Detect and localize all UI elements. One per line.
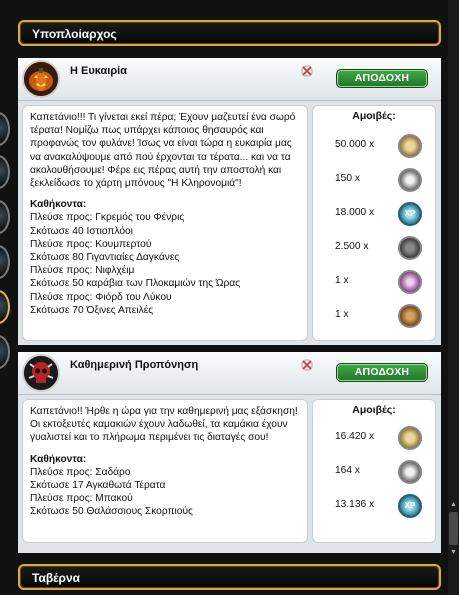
section-header-lieutenant[interactable]: Υποπλοίαρχος xyxy=(18,20,441,46)
quest-title: Καθημερινή Προπόνηση xyxy=(70,359,199,371)
quest-title: Η Ευκαιρία xyxy=(70,65,127,77)
reward-row: 16.420 x xyxy=(313,426,437,450)
tasks-title: Καθήκοντα: xyxy=(30,199,87,211)
reward-row: 2.500 x xyxy=(313,236,437,260)
treasure-map-icon xyxy=(398,304,422,328)
side-nav-button[interactable] xyxy=(0,155,10,189)
task-item: Πλεύσε προς: Φιόρδ του Λύκου xyxy=(30,291,172,303)
reward-amount: 150 x xyxy=(335,173,360,184)
section-title: Υποπλοίαρχος xyxy=(32,27,117,41)
quest-header: Καθημερινή Προπόνηση ΑΠΟΔΟΧΗ xyxy=(18,352,441,395)
reward-amount: 50.000 x xyxy=(335,139,375,150)
pumpkin-avatar-icon xyxy=(22,60,60,98)
task-item: Πλεύσε προς: Νιφλχέιμ xyxy=(30,265,135,277)
xp-icon: XP xyxy=(398,202,422,226)
side-nav-button[interactable] xyxy=(0,245,10,279)
uridium-icon xyxy=(398,168,422,192)
reward-row: 13.136 x XP xyxy=(313,494,437,518)
quest-description: Καπετάνιο!! Ήρθε η ώρα για την καθημεριν… xyxy=(30,406,298,444)
uridium-icon xyxy=(398,460,422,484)
reward-amount: 1 x xyxy=(335,275,349,286)
reward-amount: 16.420 x xyxy=(335,431,375,442)
rewards-box: Αμοιβές: 16.420 x 164 x 13.136 x XP xyxy=(312,399,436,543)
reward-row: 50.000 x xyxy=(313,134,437,158)
task-item: Σκότωσε 70 Όξινες Απειλές xyxy=(30,304,154,316)
reward-row: 150 x xyxy=(313,168,437,192)
reward-amount: 1 x xyxy=(335,309,349,320)
side-nav-button[interactable] xyxy=(0,335,10,369)
rewards-title: Αμοιβές: xyxy=(352,110,396,122)
scroll-down-icon[interactable]: ▼ xyxy=(449,548,458,557)
accept-button[interactable]: ΑΠΟΔΟΧΗ xyxy=(336,363,428,382)
scroll-up-icon[interactable]: ▲ xyxy=(449,500,458,509)
section-title: Ταβέρνα xyxy=(32,571,81,585)
quest-body: Καπετάνιο!!! Τι γίνεται εκεί πέρα; Έχουν… xyxy=(18,101,441,345)
dismiss-quest-icon[interactable] xyxy=(300,358,314,372)
task-item: Σκότωσε 17 Αγκαθωτά Τέρατα xyxy=(30,480,166,492)
task-item: Πλεύσε προς: Μπακού xyxy=(30,493,133,505)
reward-amount: 13.136 x xyxy=(335,499,375,510)
reward-amount: 164 x xyxy=(335,465,360,476)
reward-row: 164 x xyxy=(313,460,437,484)
task-item: Πλεύσε προς: Σαδάρο xyxy=(30,466,131,478)
task-item: Πλεύσε προς: Κουμπερτού xyxy=(30,238,152,250)
section-header-tavern[interactable]: Ταβέρνα xyxy=(18,564,441,590)
reward-row: 18.000 x XP xyxy=(313,202,437,226)
accept-button[interactable]: ΑΠΟΔΟΧΗ xyxy=(336,69,428,88)
reward-row: 1 x xyxy=(313,304,437,328)
rewards-box: Αμοιβές: 50.000 x 150 x 18.000 x XP 2.50… xyxy=(312,105,436,341)
rewards-title: Αμοιβές: xyxy=(352,404,396,416)
quest-card: Καθημερινή Προπόνηση ΑΠΟΔΟΧΗ Καπετάνιο!!… xyxy=(18,352,441,553)
side-nav-button-active[interactable] xyxy=(0,290,10,324)
purple-gem-icon xyxy=(398,270,422,294)
task-item: Σκότωσε 40 Ιστιοπλόοι xyxy=(30,225,133,237)
task-item: Σκότωσε 50 Θαλάσσιους Σκορπιούς xyxy=(30,506,193,518)
quest-header: Η Ευκαιρία ΑΠΟΔΟΧΗ xyxy=(18,58,441,101)
skull-avatar-icon xyxy=(22,354,60,392)
gold-coin-icon xyxy=(398,426,422,450)
reward-row: 1 x xyxy=(313,270,437,294)
task-item: Σκότωσε 50 καράβια των Πλοκαμιών της Ώρα… xyxy=(30,278,241,290)
quest-description: Καπετάνιο!!! Τι γίνεται εκεί πέρα; Έχουν… xyxy=(30,112,296,190)
reward-amount: 2.500 x xyxy=(335,241,369,252)
side-nav-button[interactable] xyxy=(0,200,10,234)
quest-card: Η Ευκαιρία ΑΠΟΔΟΧΗ Καπετάνιο!!! Τι γίνετ… xyxy=(18,58,441,345)
task-item: Πλεύσε προς: Γκρεμός του Φένρις xyxy=(30,212,185,224)
quest-description-box: Καπετάνιο!!! Τι γίνεται εκεί πέρα; Έχουν… xyxy=(22,105,308,341)
dismiss-quest-icon[interactable] xyxy=(300,64,314,78)
xp-icon: XP xyxy=(398,494,422,518)
quest-body: Καπετάνιο!! Ήρθε η ώρα για την καθημεριν… xyxy=(18,395,441,553)
scrollbar-thumb[interactable] xyxy=(449,512,458,545)
ammo-crate-icon xyxy=(398,236,422,260)
gold-coin-icon xyxy=(398,134,422,158)
reward-amount: 18.000 x xyxy=(335,207,375,218)
task-item: Σκότωσε 80 Γιγαντιαίες Δαγκάνες xyxy=(30,252,180,264)
tasks-title: Καθήκοντα: xyxy=(30,453,87,465)
quest-window: Υποπλοίαρχος Η Ευκαιρία ΑΠΟΔΟΧΗ Καπετάνι… xyxy=(0,0,459,595)
quest-description-box: Καπετάνιο!! Ήρθε η ώρα για την καθημεριν… xyxy=(22,399,308,543)
side-nav-button[interactable] xyxy=(0,112,10,146)
